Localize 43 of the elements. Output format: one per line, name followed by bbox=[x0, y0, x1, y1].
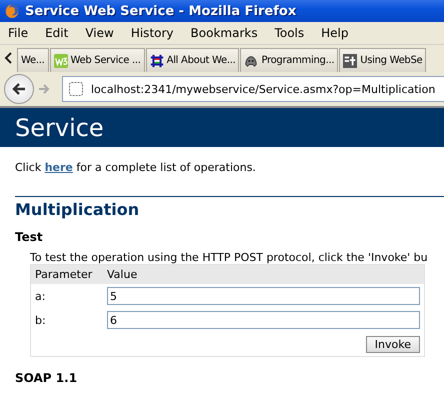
section-heading: SOAP 1.1 bbox=[15, 371, 78, 385]
menu-item[interactable]: Tools bbox=[268, 26, 310, 40]
instructions-text: To test the operation using the HTTP POST protocol, click the 'Invoke' bu bbox=[30, 251, 429, 264]
tab-label: All About We... bbox=[166, 55, 236, 66]
creature-icon bbox=[244, 54, 258, 68]
tab-label: Using WebSe bbox=[360, 55, 422, 66]
menu-item[interactable]: Help bbox=[315, 26, 354, 40]
column-header: Value bbox=[103, 265, 424, 284]
window-title: Service Web Service - Mozilla Firefox bbox=[25, 4, 296, 18]
browser-tab[interactable]: Using WebSe bbox=[339, 48, 426, 72]
forward-arrow-icon bbox=[38, 83, 50, 95]
browser-logo-icon bbox=[4, 3, 20, 19]
menu-item[interactable]: History bbox=[124, 26, 180, 40]
site-logo-icon bbox=[54, 54, 68, 68]
address-bar[interactable]: localhost:2341/mywebservice/Service.asmx?op=Multiplication bbox=[62, 76, 444, 102]
menu-item[interactable]: View bbox=[79, 26, 120, 40]
value-field[interactable]: 6 bbox=[107, 311, 420, 329]
column-header: Parameter bbox=[31, 265, 103, 284]
menu-item[interactable]: File bbox=[2, 26, 34, 40]
tab-label: We... bbox=[21, 55, 44, 66]
operation-heading: Multiplication bbox=[15, 196, 444, 219]
tab-label: Programming... bbox=[261, 55, 334, 66]
back-arrow-icon bbox=[11, 81, 27, 97]
parameter-name: a: bbox=[34, 288, 46, 304]
grid-logo-icon bbox=[150, 54, 164, 68]
chevron-left-icon bbox=[4, 52, 12, 64]
tab-label: Web Service ... bbox=[70, 55, 141, 66]
value-field[interactable]: 5 bbox=[107, 287, 420, 305]
browser-tab[interactable]: Web Service ... bbox=[50, 48, 145, 72]
site-identity-icon[interactable] bbox=[69, 82, 83, 96]
page-banner: Service bbox=[0, 108, 444, 147]
parameter-name: b: bbox=[34, 312, 47, 328]
operations-link[interactable]: here bbox=[44, 161, 73, 174]
menu-item[interactable]: Bookmarks bbox=[184, 26, 264, 40]
browser-tab[interactable]: All About We... bbox=[146, 48, 240, 72]
invoke-button[interactable]: Invoke bbox=[366, 336, 420, 352]
back-button[interactable] bbox=[4, 74, 34, 104]
menu-item[interactable]: Edit bbox=[39, 26, 74, 40]
site-logo-icon bbox=[343, 54, 358, 68]
section-heading: Test bbox=[15, 230, 44, 244]
browser-tab[interactable]: Programming... bbox=[240, 48, 338, 72]
browser-tab[interactable]: We... bbox=[17, 48, 48, 72]
intro-text: Click here for a complete list of operations. bbox=[15, 161, 257, 174]
